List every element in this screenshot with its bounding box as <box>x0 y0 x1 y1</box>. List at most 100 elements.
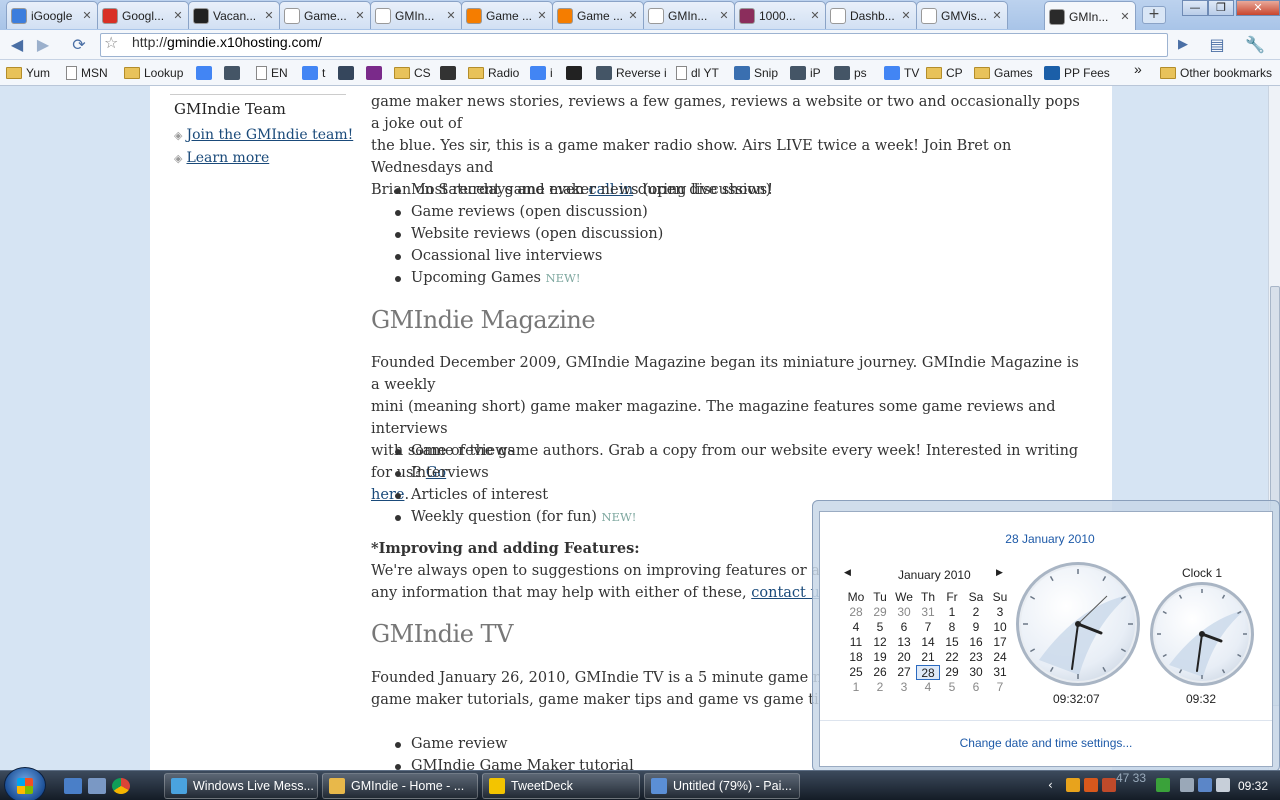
calendar-day[interactable]: 30 <box>892 605 916 620</box>
calendar-day[interactable]: 21 <box>916 650 940 665</box>
calendar-day[interactable]: 2 <box>964 605 988 620</box>
tab[interactable]: Googl... ✕ <box>97 1 189 29</box>
star-icon[interactable]: ☆ <box>104 33 118 52</box>
tab[interactable]: 1000... ✕ <box>734 1 826 29</box>
wrench-icon[interactable]: 🔧 <box>1244 34 1266 56</box>
long-date-link[interactable]: 28 January 2010 <box>820 532 1280 546</box>
bookmark-item[interactable] <box>196 64 212 82</box>
calendar-day[interactable]: 10 <box>988 620 1012 635</box>
calendar-day[interactable]: 4 <box>916 680 940 695</box>
calendar-day[interactable]: 1 <box>940 605 964 620</box>
calendar-month-label[interactable]: January 2010 <box>898 568 971 582</box>
new-tab-button[interactable]: + <box>1142 6 1166 24</box>
calendar-day[interactable]: 20 <box>892 650 916 665</box>
bookmark-item[interactable] <box>366 64 382 82</box>
volume-icon[interactable] <box>1216 778 1230 792</box>
calendar-day[interactable]: 29 <box>940 665 964 680</box>
bookmark-item[interactable]: iP <box>790 64 821 82</box>
taskbar-button[interactable]: Windows Live Mess... <box>164 773 318 799</box>
calendar-day[interactable]: 18 <box>844 650 868 665</box>
tab-close-icon[interactable]: ✕ <box>809 9 821 22</box>
bookmark-item[interactable]: ps <box>834 64 867 82</box>
calendar-day[interactable]: 27 <box>892 665 916 680</box>
tab[interactable]: Game... ✕ <box>279 1 371 29</box>
bookmark-item[interactable]: TV <box>884 64 919 82</box>
calendar-day[interactable]: 4 <box>844 620 868 635</box>
taskbar-button[interactable]: Untitled (79%) - Pai... <box>644 773 800 799</box>
calendar-day[interactable]: 5 <box>940 680 964 695</box>
calendar-day[interactable]: 28 <box>844 605 868 620</box>
bookmark-item[interactable] <box>338 64 354 82</box>
switch-windows-icon[interactable] <box>88 778 106 794</box>
calendar-day[interactable]: 31 <box>916 605 940 620</box>
bookmark-item[interactable]: Games <box>974 64 1033 82</box>
calendar-day[interactable]: 16 <box>964 635 988 650</box>
calendar-day[interactable]: 1 <box>844 680 868 695</box>
tab[interactable]: GMIn... ✕ <box>643 1 735 29</box>
bookmark-item[interactable]: MSN <box>66 64 108 82</box>
calendar-day[interactable]: 9 <box>964 620 988 635</box>
show-desktop-icon[interactable] <box>64 778 82 794</box>
calendar-day[interactable]: 17 <box>988 635 1012 650</box>
back-arrow-icon[interactable]: ◀ <box>6 34 28 56</box>
calendar-day[interactable]: 22 <box>940 650 964 665</box>
sidebar-link-learn[interactable]: ◈ Learn more <box>174 150 269 166</box>
calendar-day[interactable]: 11 <box>844 635 868 650</box>
tab[interactable]: GMIn... ✕ <box>370 1 462 29</box>
tab[interactable]: Dashb... ✕ <box>825 1 917 29</box>
tab[interactable]: GMIn... ✕ <box>1044 1 1136 31</box>
calendar-day[interactable]: 5 <box>868 620 892 635</box>
network-icon[interactable] <box>1198 778 1212 792</box>
calendar-day[interactable]: 8 <box>940 620 964 635</box>
url-text[interactable]: http://gmindie.x10hosting.com/ <box>132 34 322 50</box>
calendar-day[interactable]: 7 <box>988 680 1012 695</box>
other-bookmarks-folder[interactable]: Other bookmarks <box>1160 64 1272 82</box>
bookmark-item[interactable] <box>224 64 240 82</box>
calendar-day[interactable]: 15 <box>940 635 964 650</box>
tab[interactable]: Game ... ✕ <box>461 1 553 29</box>
tab-close-icon[interactable]: ✕ <box>81 9 93 22</box>
tab[interactable]: Vacan... ✕ <box>188 1 280 29</box>
tab-close-icon[interactable]: ✕ <box>627 9 639 22</box>
tab-close-icon[interactable]: ✕ <box>900 9 912 22</box>
join-link[interactable]: Join the GMIndie team! <box>186 127 353 143</box>
bookmark-item[interactable]: CS <box>394 64 431 82</box>
taskbar-button[interactable]: TweetDeck <box>482 773 640 799</box>
bookmark-item[interactable]: t <box>302 64 325 82</box>
calendar-day[interactable]: 6 <box>964 680 988 695</box>
taskbar-button[interactable]: GMIndie - Home - ... <box>322 773 478 799</box>
maximize-button[interactable]: ❐ <box>1208 0 1234 16</box>
bookmark-item[interactable]: Yum <box>6 64 50 82</box>
calendar-day[interactable]: 14 <box>916 635 940 650</box>
tab[interactable]: Game ... ✕ <box>552 1 644 29</box>
bookmark-item[interactable] <box>566 64 582 82</box>
bookmark-item[interactable]: PP Fees <box>1044 64 1110 82</box>
tray-expand-icon[interactable]: ‹ <box>1048 778 1062 792</box>
tab-close-icon[interactable]: ✕ <box>718 9 730 22</box>
bookmarks-more-button[interactable]: » <box>1134 60 1142 78</box>
bookmark-item[interactable]: Lookup <box>124 64 183 82</box>
calendar-day[interactable]: 26 <box>868 665 892 680</box>
calendar-day[interactable]: 23 <box>964 650 988 665</box>
calendar-day[interactable]: 30 <box>964 665 988 680</box>
calendar-prev-icon[interactable]: ◀ <box>844 568 851 578</box>
page-menu-icon[interactable]: ▤ <box>1206 34 1228 56</box>
calendar-day[interactable]: 25 <box>844 665 868 680</box>
calendar-day[interactable]: 3 <box>892 680 916 695</box>
change-date-time-link[interactable]: Change date and time settings... <box>820 736 1272 750</box>
start-button[interactable] <box>4 767 46 800</box>
bookmark-item[interactable]: Reverse i <box>596 64 667 82</box>
tray-app-icon[interactable] <box>1066 778 1080 792</box>
close-window-button[interactable]: ✕ <box>1236 0 1280 16</box>
calendar-day[interactable]: 29 <box>868 605 892 620</box>
calendar-next-icon[interactable]: ▶ <box>996 568 1003 578</box>
tab[interactable]: iGoogle ✕ <box>6 1 98 29</box>
tab[interactable]: GMVis... ✕ <box>916 1 1008 29</box>
bookmark-item[interactable]: CP <box>926 64 963 82</box>
tray-clock[interactable]: 09:32 <box>1238 779 1268 793</box>
signal-icon[interactable] <box>1156 778 1170 792</box>
chrome-icon[interactable] <box>112 778 130 794</box>
calendar-day[interactable]: 13 <box>892 635 916 650</box>
calendar-today[interactable]: 28 <box>916 665 940 680</box>
calendar-day[interactable]: 3 <box>988 605 1012 620</box>
